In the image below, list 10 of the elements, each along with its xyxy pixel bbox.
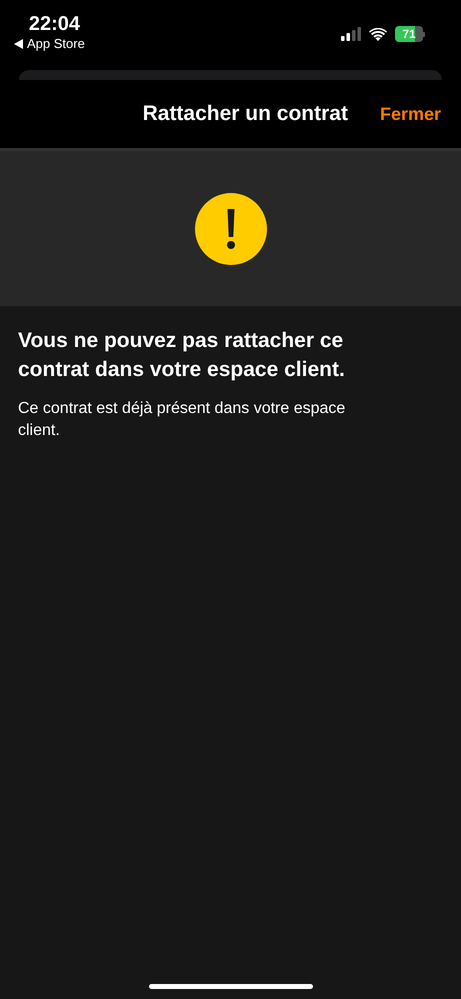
screen-title: Rattacher un contrat bbox=[142, 102, 348, 126]
signal-icon bbox=[341, 27, 361, 41]
close-button[interactable]: Fermer bbox=[380, 104, 441, 124]
clock-time: 22:04 bbox=[28, 12, 80, 36]
warning-icon bbox=[194, 192, 266, 264]
error-heading: Vous ne pouvez pas rattacher ce contrat dans votre espace client. bbox=[18, 328, 346, 383]
back-triangle-icon bbox=[14, 38, 23, 48]
back-to-app-link[interactable]: App Store bbox=[27, 36, 85, 51]
wifi-icon bbox=[369, 28, 387, 40]
error-description: Ce contrat est déjà présent dans votre espace client. bbox=[18, 399, 346, 441]
